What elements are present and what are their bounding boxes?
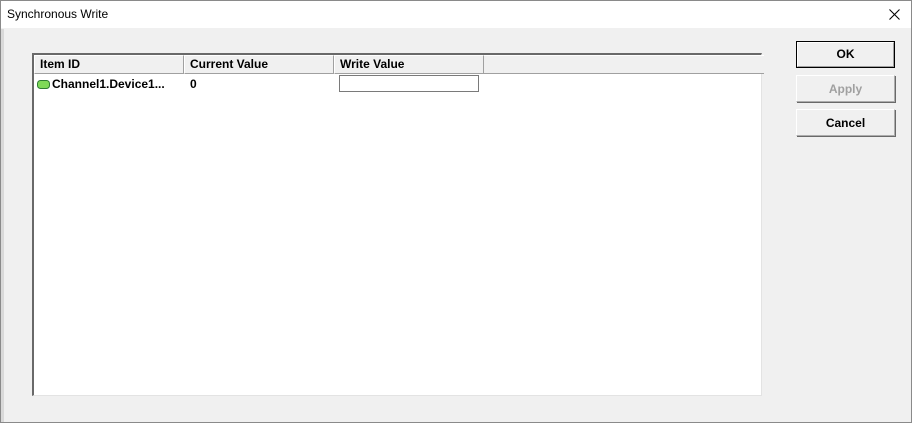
tag-icon [37, 79, 50, 89]
ok-button[interactable]: OK [796, 41, 895, 68]
dialog-window: Synchronous Write Item ID Current Value … [0, 0, 912, 423]
title-bar: Synchronous Write [1, 1, 911, 28]
table-row[interactable]: Channel1.Device1... 0 [34, 75, 484, 93]
window-title: Synchronous Write [7, 7, 109, 21]
cell-item-id: Channel1.Device1... [34, 75, 184, 93]
apply-button[interactable]: Apply [796, 75, 895, 102]
cancel-button[interactable]: Cancel [796, 109, 895, 136]
close-icon [888, 9, 900, 20]
item-list-view[interactable]: Item ID Current Value Write Value Channe… [32, 53, 764, 396]
write-value-input[interactable] [339, 75, 479, 92]
list-header: Item ID Current Value Write Value [34, 55, 764, 74]
close-button[interactable] [877, 1, 911, 28]
column-header-item-id[interactable]: Item ID [34, 55, 184, 74]
cell-current-value: 0 [190, 77, 197, 91]
column-header-write-value[interactable]: Write Value [334, 55, 484, 74]
item-id-text: Channel1.Device1... [52, 77, 165, 91]
ok-button-label: OK [797, 42, 894, 67]
cell-write-value [334, 75, 484, 93]
column-header-filler [484, 55, 764, 74]
column-header-current-value[interactable]: Current Value [184, 55, 334, 74]
window-left-edge [1, 29, 4, 422]
